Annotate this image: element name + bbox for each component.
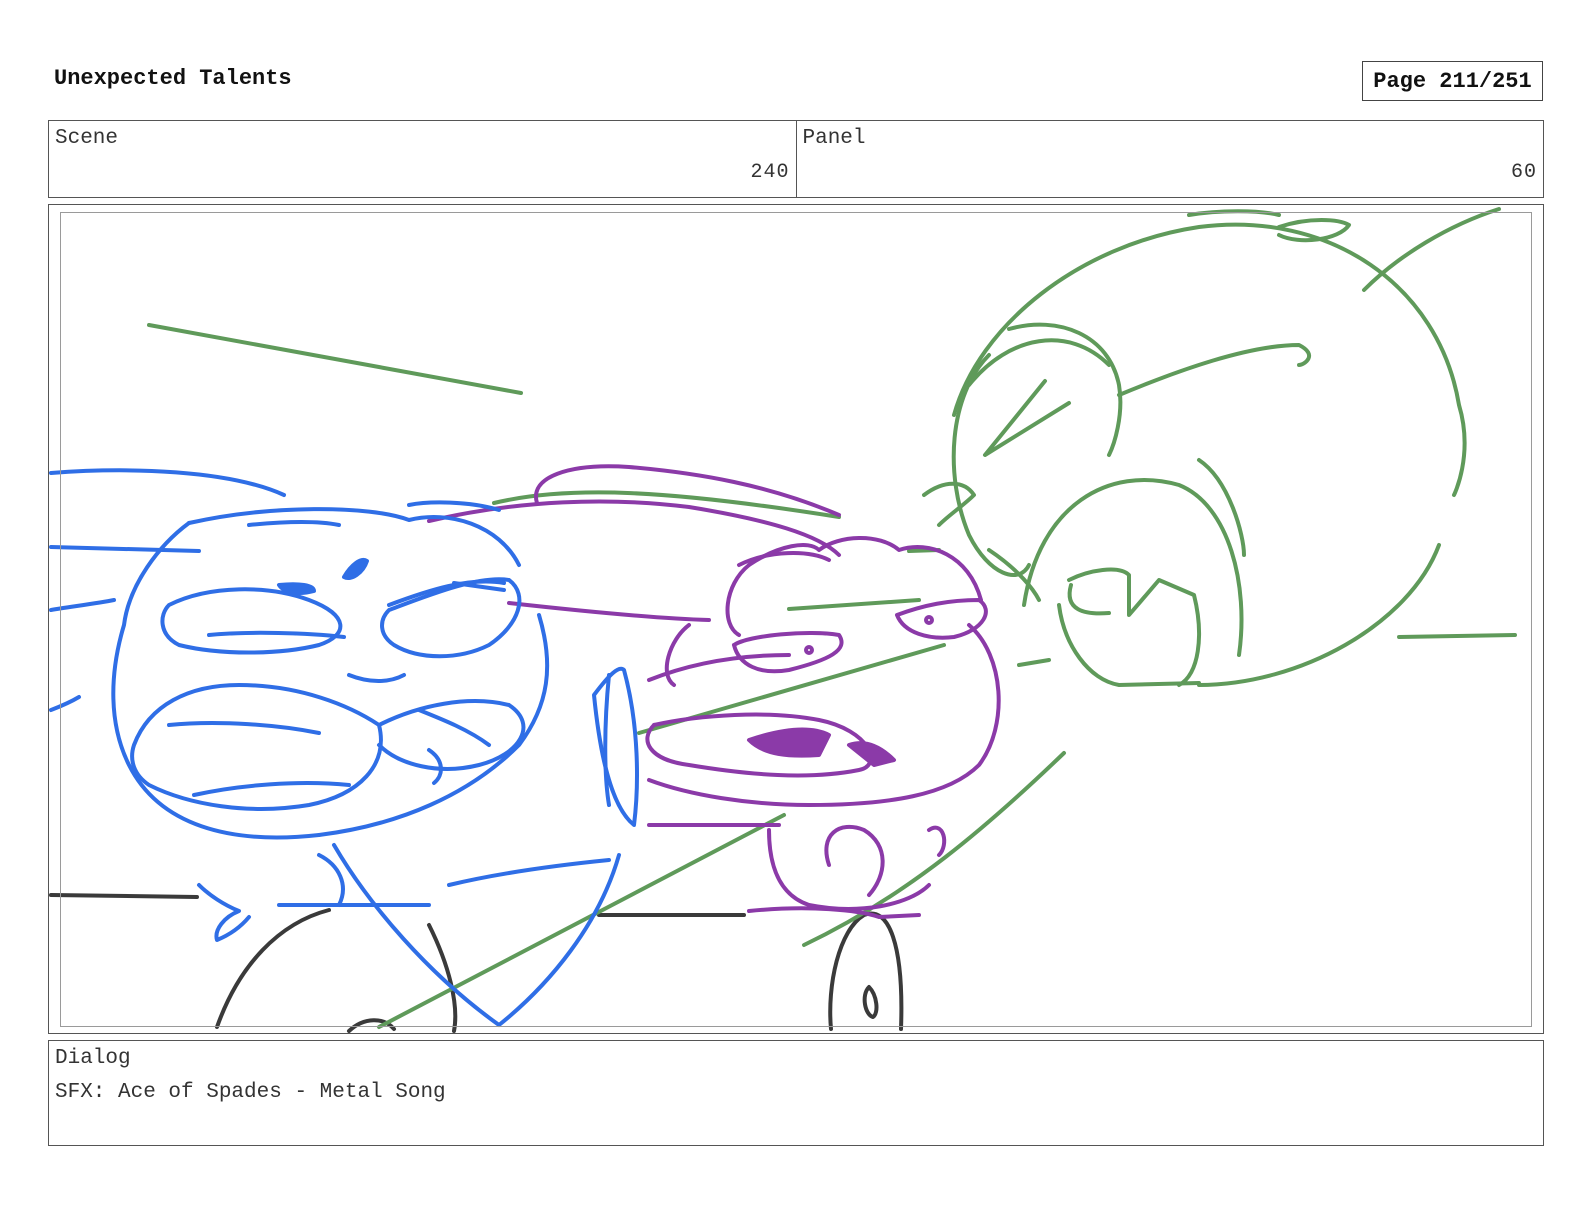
- panel-number: 60: [1510, 161, 1537, 184]
- scene-number: 240: [750, 161, 790, 184]
- dialog-label: Dialog: [55, 1047, 131, 1070]
- scene-cell: Scene 240: [49, 121, 796, 197]
- purple-character-sketch: [427, 464, 1001, 919]
- panel-label: Panel: [802, 127, 866, 150]
- storyboard-panel: [48, 204, 1544, 1034]
- scene-panel-row: Scene 240 Panel 60: [48, 120, 1544, 198]
- blue-character-sketch: [49, 468, 639, 1027]
- scene-label: Scene: [55, 127, 119, 150]
- panel-sketch: [49, 207, 1517, 1033]
- background-sketch: [49, 893, 904, 1033]
- dialog-box: Dialog SFX: Ace of Spades - Metal Song: [48, 1040, 1544, 1146]
- dialog-text: SFX: Ace of Spades - Metal Song: [55, 1081, 446, 1104]
- page-indicator: Page 211/251: [1362, 61, 1543, 101]
- storyboard-title: Unexpected Talents: [54, 66, 292, 91]
- panel-cell: Panel 60: [795, 121, 1544, 197]
